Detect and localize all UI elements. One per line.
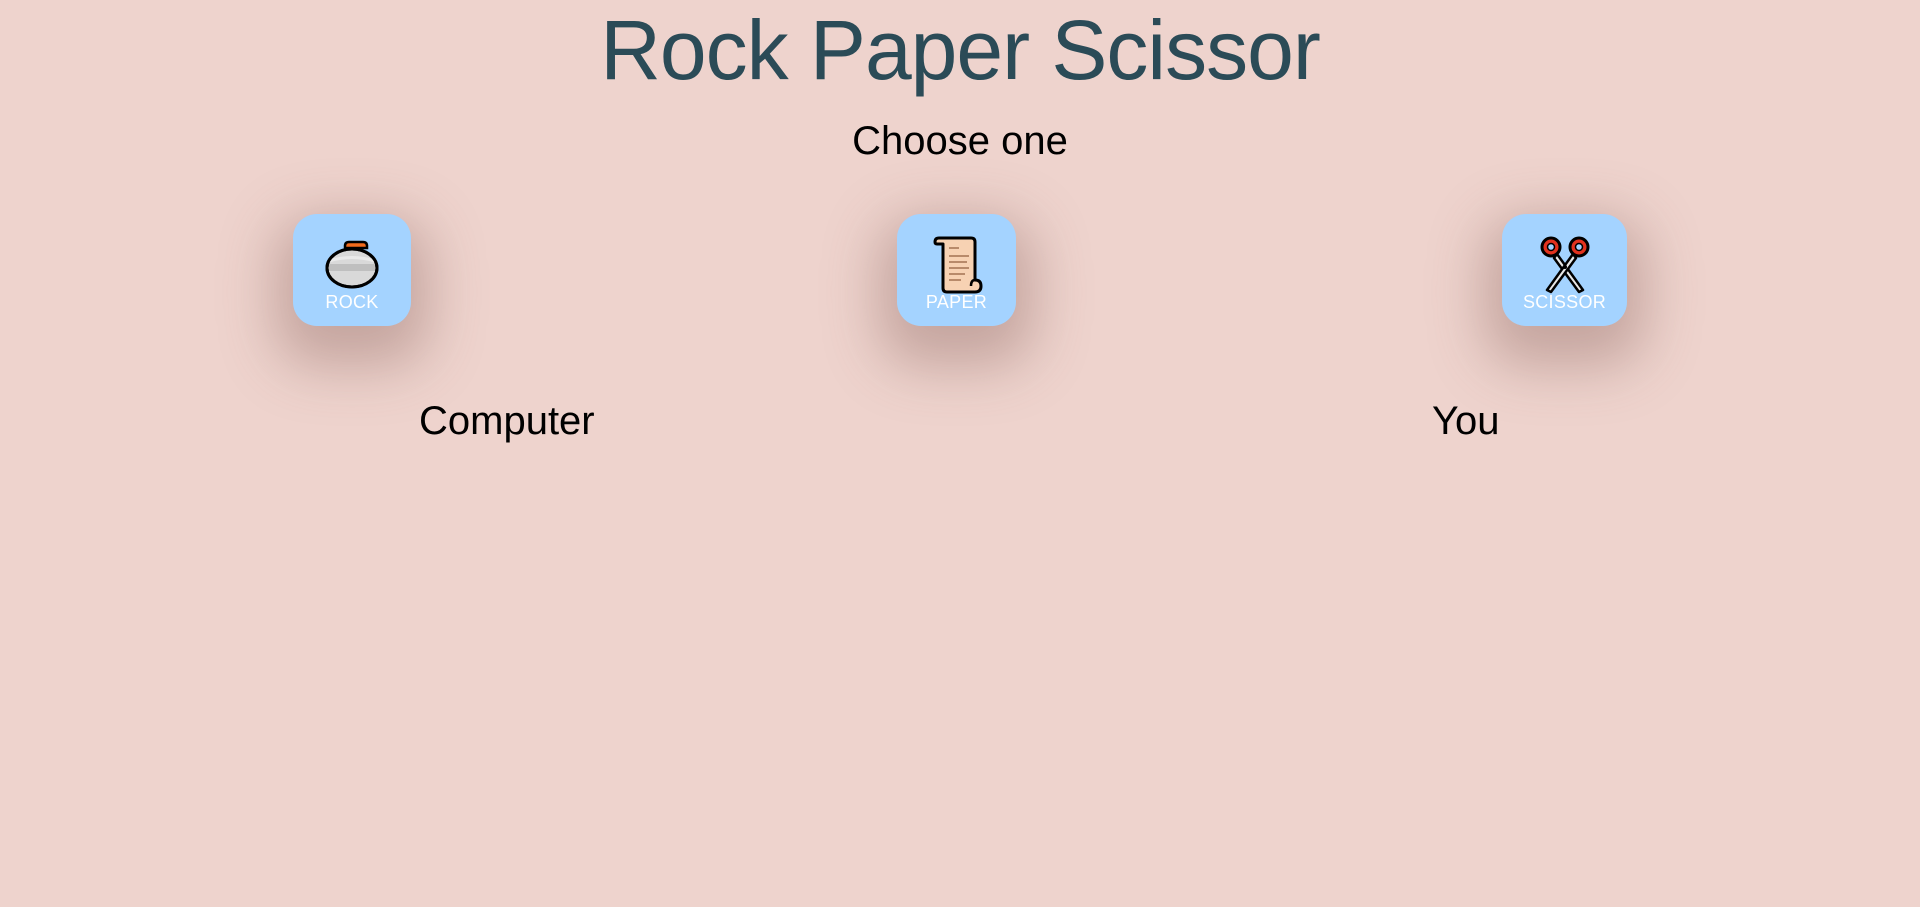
scissor-button[interactable]: SCISSOR (1502, 214, 1627, 326)
you-label: You (1432, 399, 1500, 443)
paper-label: PAPER (925, 292, 988, 312)
game-page: Rock Paper Scissor Choose one ROCK PAPER (0, 0, 1920, 907)
instruction-text: Choose one (852, 119, 1068, 163)
scissor-label: SCISSOR (1522, 292, 1607, 312)
scissors-icon (1540, 236, 1589, 294)
scroll-icon (933, 236, 982, 294)
paper-button[interactable]: PAPER (897, 214, 1016, 326)
page-title: Rock Paper Scissor (600, 3, 1321, 97)
curling-stone-icon (325, 240, 379, 289)
rock-label: ROCK (325, 292, 379, 312)
computer-label: Computer (419, 399, 595, 443)
rock-button[interactable]: ROCK (293, 214, 411, 326)
